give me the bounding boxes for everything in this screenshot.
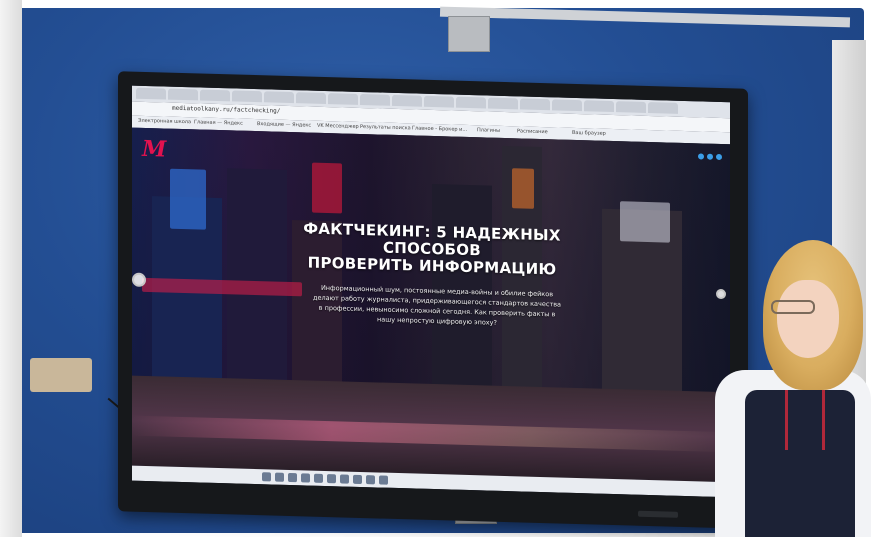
browser-tab[interactable] [616, 101, 646, 113]
browser-tab[interactable] [296, 92, 326, 105]
face [777, 280, 839, 358]
billboard [512, 168, 534, 209]
social-icon[interactable] [716, 153, 722, 161]
vest-trim [785, 390, 825, 450]
billboard [312, 162, 342, 214]
taskbar-app-icon[interactable] [379, 475, 388, 485]
search-icon[interactable] [275, 472, 284, 482]
browser-tab[interactable] [360, 93, 390, 106]
article-headline: ФАКТЧЕКИНГ: 5 НАДЕЖНЫХ СПОСОБОВ ПРОВЕРИТ… [262, 219, 602, 279]
start-icon[interactable] [262, 472, 271, 482]
browser-tab[interactable] [552, 99, 582, 112]
browser-tab[interactable] [168, 88, 198, 101]
display-control-panel [638, 510, 678, 518]
site-logo[interactable]: М [142, 136, 166, 163]
social-icon[interactable] [707, 153, 713, 160]
browser-tab[interactable] [232, 90, 262, 103]
browser-tab[interactable] [136, 87, 166, 100]
bookmark-item[interactable]: Плагины [477, 127, 500, 134]
bookmark-item[interactable]: Главная — Яндекс [194, 119, 243, 126]
browser-tab[interactable] [648, 102, 678, 114]
photo-scene: mediatoolkany.ru/factchecking/ Электронн… [0, 0, 871, 537]
browser-tab[interactable] [200, 89, 230, 102]
wall-box [30, 358, 92, 392]
browser-tab[interactable] [456, 96, 486, 109]
taskbar-app-icon[interactable] [366, 475, 375, 485]
bookmark-item[interactable]: Электронная школа [138, 118, 191, 125]
slider-handle-left[interactable] [132, 272, 146, 287]
browser-tab[interactable] [264, 91, 294, 104]
interactive-display: mediatoolkany.ru/factchecking/ Электронн… [118, 71, 748, 529]
bookmark-item[interactable]: Результаты поиска [360, 124, 411, 131]
bookmark-item[interactable]: Входящие — Яндекс [257, 121, 311, 129]
billboard [620, 201, 670, 243]
taskbar-app-icon[interactable] [340, 474, 349, 484]
browser-tab[interactable] [424, 95, 454, 108]
article-lead: Информационный шум, постоянные медиа-вой… [312, 283, 562, 327]
glasses [771, 300, 815, 314]
student [715, 240, 871, 537]
hero-banner: М ФАКТЧЕКИНГ: 5 НАДЕЖНЫХ СПОСОБОВ ПРОВЕР… [132, 127, 730, 483]
taskbar-app-icon[interactable] [327, 474, 336, 484]
door-frame [0, 0, 22, 537]
top-bracket [448, 16, 490, 52]
url-text: mediatoolkany.ru/factchecking/ [172, 104, 281, 115]
taskbar-app-icon[interactable] [353, 474, 362, 485]
browser-tab[interactable] [328, 93, 358, 105]
bookmark-item[interactable]: Ваш браузер [572, 130, 606, 137]
bookmark-item[interactable]: VK Мессенджер [317, 123, 359, 130]
social-icon[interactable] [698, 153, 704, 160]
taskbar-app-icon[interactable] [301, 473, 310, 483]
bookmark-item[interactable]: Главное - Брокер и... [412, 125, 467, 133]
billboard [170, 168, 206, 230]
social-links [698, 153, 722, 161]
browser-tab[interactable] [520, 98, 550, 111]
display-screen: mediatoolkany.ru/factchecking/ Электронн… [132, 85, 730, 498]
browser-tab[interactable] [584, 100, 614, 113]
browser-tab[interactable] [488, 97, 518, 110]
browser-tab[interactable] [392, 94, 422, 107]
taskbar-app-icon[interactable] [288, 472, 297, 483]
bookmark-item[interactable]: Расписание [517, 128, 548, 135]
taskbar-app-icon[interactable] [314, 473, 323, 483]
